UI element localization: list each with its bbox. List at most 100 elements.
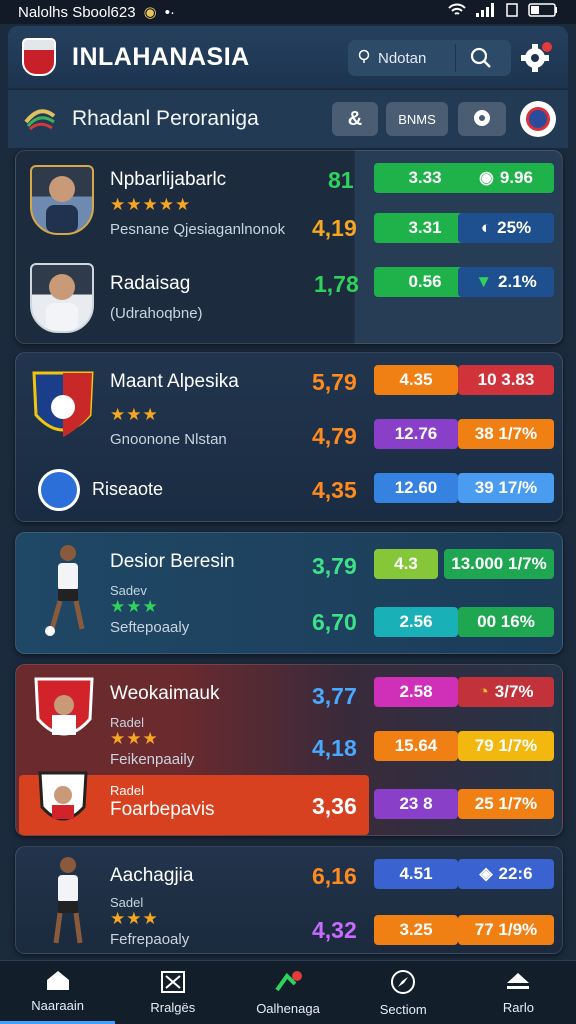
ball-icon [472, 108, 492, 131]
player-figure-icon [38, 539, 98, 644]
odds-pill-2-label: 22:6 [498, 864, 533, 883]
odds-pill[interactable]: 15.64 [374, 731, 458, 761]
shield-small-icon: ◐ [480, 218, 492, 237]
player-figure-icon [38, 851, 98, 953]
odds-pill-2[interactable]: 38 1/7% [458, 419, 554, 449]
dots-icon: •· [164, 3, 175, 21]
ball-button[interactable] [458, 102, 506, 136]
odds-value[interactable]: 81 [328, 167, 354, 194]
status-bar: Nalolhs Sbool623 ◉ •· [0, 0, 576, 24]
shield-small-icon: ◈ [479, 864, 493, 883]
ball-icon: ◉ [479, 168, 494, 187]
match-card-4[interactable]: Weokaimauk Radel ★★★ Feikenpaaily 3,77 2… [15, 664, 563, 836]
odds-value[interactable]: 4,19 [312, 215, 357, 242]
team-logo-icon [38, 469, 80, 511]
odds-value[interactable]: 6,70 [312, 609, 357, 636]
league-logo-icon [22, 102, 58, 137]
home-icon [45, 969, 71, 994]
odds-pill[interactable]: 12.76 [374, 419, 458, 449]
player-small: Sadev [110, 583, 147, 598]
odds-pill[interactable]: 3.25 [374, 915, 458, 945]
search-input[interactable]: Ndotan [348, 40, 511, 76]
odds-pill[interactable]: 23 8 [374, 789, 458, 819]
nav-profile[interactable]: Rarlo [461, 961, 576, 1024]
club-crest-icon [34, 675, 94, 752]
nav-label: Oalhenaga [256, 1000, 320, 1016]
odds-value[interactable]: 1,78 [314, 271, 359, 298]
nav-label: Rarlo [502, 999, 534, 1015]
app-header: INLAHANASIA Ndotan [8, 26, 568, 88]
odds-pill-2[interactable]: 79 1/7% [458, 731, 554, 761]
odds-pill-2[interactable]: ◉ 9.96 [458, 163, 554, 193]
player-name: Aachagjia [110, 865, 194, 886]
odds-pill-2[interactable]: ◈ 22:6 [458, 859, 554, 889]
profile-icon [526, 107, 550, 131]
odds-value[interactable]: 3,79 [312, 553, 357, 580]
odds-value[interactable]: 4,18 [312, 735, 357, 762]
odds-pill-2-label: 3/7% [494, 682, 534, 701]
odds-value[interactable]: 3,77 [312, 683, 357, 710]
odds-value[interactable]: 4,32 [312, 917, 357, 944]
search-icon[interactable] [468, 45, 494, 75]
challenge-icon [273, 970, 303, 997]
settings-gear-icon[interactable] [520, 41, 554, 78]
bnms-label: BNMS [398, 111, 436, 127]
app-logo [22, 38, 56, 76]
match-card-1[interactable]: Npbarlijabarlc ★★★★★ Pesnane Qjesiaganln… [15, 150, 563, 344]
odds-value[interactable]: 4,79 [312, 423, 357, 450]
odds-pill-2[interactable]: 77 1/9% [458, 915, 554, 945]
odds-pill[interactable]: 4.3 [374, 549, 438, 579]
location-icon [358, 49, 370, 68]
timer-icon: ◔ [478, 682, 489, 701]
odds-pill-2[interactable]: 25 1/7% [458, 789, 554, 819]
odds-pill[interactable]: 4.35 [374, 365, 458, 395]
player-name: Radaisag [110, 273, 191, 294]
rating-stars: ★★★ [110, 405, 159, 424]
odds-pill[interactable]: 2.56 [374, 607, 458, 637]
odds-pill-2[interactable]: 13.000 1/7% [444, 549, 554, 579]
odds-pill[interactable]: 4.51 [374, 859, 458, 889]
match-card-5[interactable]: Aachagjia Sadel ★★★ Fefrepaoaly 6,16 4.5… [15, 846, 563, 954]
rating-stars: ★★★★★ [110, 195, 192, 214]
odds-pill[interactable]: 12.60 [374, 473, 458, 503]
nav-challenge[interactable]: Oalhenaga [230, 961, 345, 1024]
filter-button[interactable]: & [332, 102, 378, 136]
nav-results[interactable]: Rralgës [115, 961, 230, 1024]
odds-pill-2-label: 25% [497, 218, 532, 237]
grid-icon [160, 970, 186, 996]
nav-label: Rralgës [150, 999, 196, 1015]
player-subtitle: Pesnane Qjesiaganlnonok [110, 221, 286, 238]
notification-icon: ◉ [143, 4, 157, 21]
odds-pill-2-label: 2.1% [498, 272, 537, 291]
odds-value[interactable]: 5,79 [312, 369, 357, 396]
odds-pill-2[interactable]: 00 16% [458, 607, 554, 637]
odds-value[interactable]: 3,36 [312, 793, 357, 820]
player-name: Weokaimauk [110, 683, 220, 704]
odds-pill-2[interactable]: ▼ 2.1% [458, 267, 554, 297]
odds-value[interactable]: 6,16 [312, 863, 357, 890]
odds-pill-2[interactable]: ◔ 3/7% [458, 677, 554, 707]
odds-pill-2[interactable]: 39 17/% [458, 473, 554, 503]
odds-value[interactable]: 4,35 [312, 477, 357, 504]
odds-pill-2-label: 9.96 [499, 168, 533, 187]
odds-pill[interactable]: 2.58 [374, 677, 458, 707]
battery-icon [528, 3, 558, 21]
status-text: Nalolhs Sbool623 [18, 3, 136, 21]
compass-icon [390, 969, 416, 998]
profile-button[interactable] [520, 101, 556, 137]
nav-section[interactable]: Sectiom [346, 961, 461, 1024]
player-small: Radel [110, 783, 144, 798]
odds-pill-2[interactable]: ◐ 25% [458, 213, 554, 243]
player-subtitle: Seftepoaaly [110, 619, 190, 636]
match-card-2[interactable]: Maant Alpesika ★★★ Gnoonone Nlstan 5,79 … [15, 352, 563, 522]
search-value: Ndotan [378, 49, 427, 67]
nav-label: Naaraain [31, 998, 84, 1013]
player-small: Sadel [110, 895, 144, 910]
nav-home[interactable]: Naaraain [0, 961, 116, 1024]
bottom-navigation: Naaraain Rralgës Oalhenaga Sectiom Rarlo [0, 960, 576, 1024]
match-card-3[interactable]: Desior Beresin Sadev ★★★ Seftepoaaly 3,7… [15, 532, 563, 654]
bnms-button[interactable]: BNMS [386, 102, 448, 136]
odds-pill-2[interactable]: 10 3.83 [458, 365, 554, 395]
team-subtitle: Gnoonone Nlstan [110, 431, 227, 448]
upload-icon [505, 971, 531, 996]
